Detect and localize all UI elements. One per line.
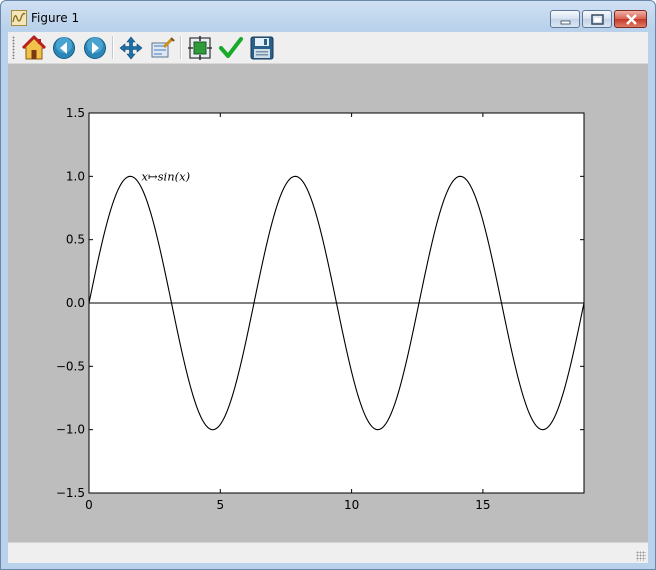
app-icon — [11, 10, 27, 26]
plot-svg[interactable]: 0 5 10 15 1.5 1.0 0.5 0.0 −0.5 −1.0 −1.5 x↦sin(x) — [8, 64, 648, 542]
back-arrow-icon — [53, 37, 75, 59]
figure-canvas[interactable]: 0 5 10 15 1.5 1.0 0.5 0.0 −0.5 −1.0 −1.5 x↦sin(x) — [8, 64, 648, 542]
subplots-button[interactable] — [187, 35, 213, 61]
home-icon — [21, 35, 47, 60]
minimize-button[interactable] — [550, 10, 580, 28]
maximize-button[interactable] — [582, 10, 612, 28]
toolbar-separator — [180, 36, 182, 59]
move-arrows-icon — [119, 36, 143, 60]
minimize-icon — [560, 20, 571, 25]
checkmark-icon — [219, 37, 243, 58]
floppy-disk-icon — [250, 36, 274, 60]
close-icon — [626, 14, 637, 25]
forward-button[interactable] — [82, 35, 108, 61]
home-button[interactable] — [21, 35, 47, 61]
toolbar-separator — [112, 36, 114, 59]
y-tick-label: −1.0 — [56, 423, 85, 437]
y-tick-label: 0.5 — [66, 233, 85, 247]
zoom-button[interactable] — [149, 35, 175, 61]
navigation-toolbar — [8, 32, 648, 64]
x-tick-label: 15 — [475, 498, 490, 512]
figure-window: Figure 1 0 5 10 15 1.5 1.0 0.5 0.0 −0.5 … — [0, 0, 656, 570]
window-title: Figure 1 — [31, 11, 80, 25]
maximize-icon — [591, 14, 604, 25]
edit-axis-button[interactable] — [218, 35, 244, 61]
sine-annotation-label: x↦sin(x) — [142, 169, 191, 183]
y-tick-label: −0.5 — [56, 359, 85, 373]
y-tick-label: 1.0 — [66, 169, 85, 183]
title-bar[interactable]: Figure 1 — [1, 1, 655, 35]
x-tick-label: 0 — [85, 498, 93, 512]
forward-arrow-icon — [84, 37, 106, 59]
y-tick-label: 0.0 — [66, 296, 85, 310]
close-button[interactable] — [614, 10, 647, 28]
status-bar — [8, 542, 648, 563]
pan-button[interactable] — [118, 35, 144, 61]
x-tick-label: 10 — [344, 498, 359, 512]
zoom-rect-icon — [151, 37, 175, 58]
toolbar-grip[interactable] — [12, 36, 15, 59]
x-tick-label: 5 — [216, 498, 224, 512]
subplots-icon — [188, 36, 212, 60]
y-tick-label: 1.5 — [66, 106, 85, 120]
save-button[interactable] — [249, 35, 275, 61]
resize-grip[interactable] — [636, 551, 646, 561]
back-button[interactable] — [51, 35, 77, 61]
client-area: 0 5 10 15 1.5 1.0 0.5 0.0 −0.5 −1.0 −1.5 x↦sin(x) — [8, 32, 648, 563]
y-tick-label: −1.5 — [56, 486, 85, 500]
